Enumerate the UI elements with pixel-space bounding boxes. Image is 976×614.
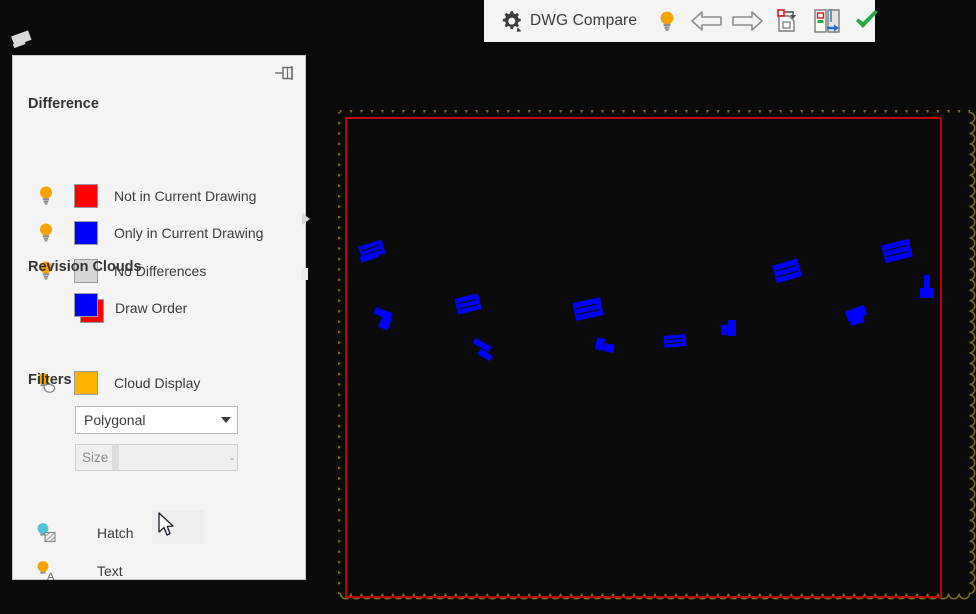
chevron-down-icon[interactable] <box>215 417 237 423</box>
panel-resize-arrow-icon[interactable] <box>301 212 311 226</box>
lightbulb-icon[interactable] <box>35 185 57 207</box>
arrow-right-icon[interactable] <box>727 4 767 38</box>
export-snapshot-icon[interactable] <box>807 4 847 38</box>
size-field-divider <box>112 445 119 470</box>
row-only-in-current-drawing[interactable]: Only in Current Drawing <box>13 215 305 251</box>
row-draw-order[interactable]: Draw Order <box>13 290 305 326</box>
cloud-shape-dropdown[interactable]: Polygonal <box>75 406 238 434</box>
row-label: Hatch <box>97 525 134 541</box>
lightbulb-icon[interactable] <box>35 222 57 244</box>
color-swatch-draw-order[interactable] <box>74 293 105 323</box>
cloud-shape-value: Polygonal <box>84 412 146 428</box>
dwg-compare-toolbar: DWG Compare <box>484 0 879 42</box>
color-swatch-only-in-current[interactable] <box>74 221 98 245</box>
arrow-left-icon[interactable] <box>687 4 727 38</box>
row-label: Not in Current Drawing <box>114 188 257 204</box>
mouse-pointer-icon <box>158 512 178 540</box>
color-swatch-cloud-display[interactable] <box>74 371 98 395</box>
row-label: Draw Order <box>115 300 188 316</box>
stray-diff-marker-icon <box>8 28 36 52</box>
draw-order-front-swatch <box>74 293 98 317</box>
section-title-difference: Difference <box>28 96 99 112</box>
section-title-revision-clouds: Revision Clouds <box>28 259 142 275</box>
row-label: Only in Current Drawing <box>114 225 264 241</box>
lightbulb-icon[interactable] <box>647 4 687 38</box>
row-label: Cloud Display <box>114 375 201 391</box>
drawing-canvas[interactable] <box>338 110 976 600</box>
gear-settings-icon[interactable] <box>498 8 524 34</box>
panel-edge-handle[interactable] <box>301 268 308 280</box>
row-label: Text <box>97 563 123 579</box>
spinner-icon[interactable]: ⌄ <box>227 452 237 463</box>
row-not-in-current-drawing[interactable]: Not in Current Drawing <box>13 178 305 214</box>
cloud-size-field[interactable]: Size ⌄ <box>75 444 238 471</box>
auto-hide-pin-icon[interactable] <box>273 63 297 83</box>
color-swatch-not-in-current[interactable] <box>74 184 98 208</box>
bulb-placeholder <box>35 297 57 319</box>
dwg-compare-panel: Difference Not in Current Drawing Only i… <box>12 55 306 583</box>
import-object-icon[interactable] <box>767 4 807 38</box>
lightbulb-text-icon[interactable]: A <box>35 560 57 583</box>
section-title-filters: Filters <box>28 372 72 388</box>
cloud-size-label: Size <box>82 450 109 465</box>
toolbar-title: DWG Compare <box>530 12 638 29</box>
cloud-size-input[interactable] <box>119 445 227 470</box>
lightbulb-hatch-icon[interactable] <box>35 522 57 544</box>
difference-objects-layer <box>358 238 934 362</box>
row-filter-text[interactable]: A Text <box>13 553 305 589</box>
green-check-icon[interactable] <box>847 4 887 38</box>
svg-text:A: A <box>47 571 55 582</box>
